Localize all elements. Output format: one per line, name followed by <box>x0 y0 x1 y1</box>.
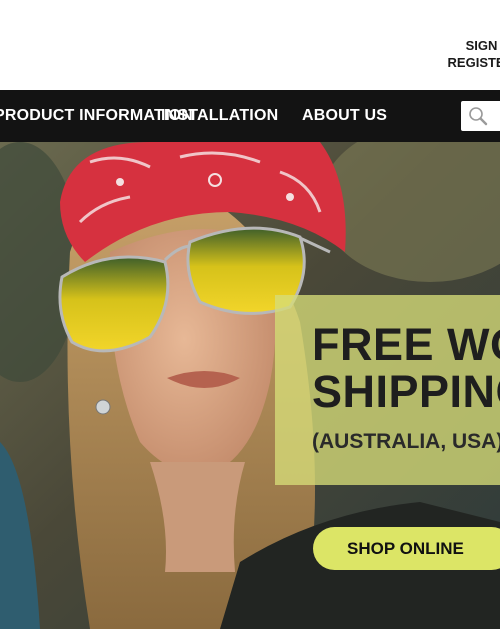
main-nav: PRODUCT INFORMATION INSTALLATION ABOUT U… <box>0 90 500 142</box>
shop-online-button[interactable]: SHOP ONLINE <box>313 527 500 570</box>
nav-item-about-us[interactable]: ABOUT US <box>302 90 387 142</box>
hero-banner: FREE WORLDWIDE SHIPPING (AUSTRALIA, USA)… <box>0 142 500 629</box>
sign-in-link[interactable]: SIGN IN <box>448 37 500 54</box>
promo-subline: (AUSTRALIA, USA) <box>312 430 500 453</box>
nav-item-installation[interactable]: INSTALLATION <box>161 90 278 142</box>
promo-headline-line1: FREE WORLDWIDE <box>312 319 500 370</box>
promo-headline-line2: SHIPPING <box>312 366 500 417</box>
search-icon[interactable] <box>467 105 489 127</box>
account-links: SIGN IN REGISTER <box>448 37 500 71</box>
page: SIGN IN REGISTER PRODUCT INFORMATION INS… <box>0 0 500 629</box>
promo-panel: FREE WORLDWIDE SHIPPING (AUSTRALIA, USA) <box>275 295 500 485</box>
site-header: SIGN IN REGISTER <box>0 0 500 90</box>
search-input[interactable] <box>461 101 500 131</box>
register-link[interactable]: REGISTER <box>448 54 500 71</box>
